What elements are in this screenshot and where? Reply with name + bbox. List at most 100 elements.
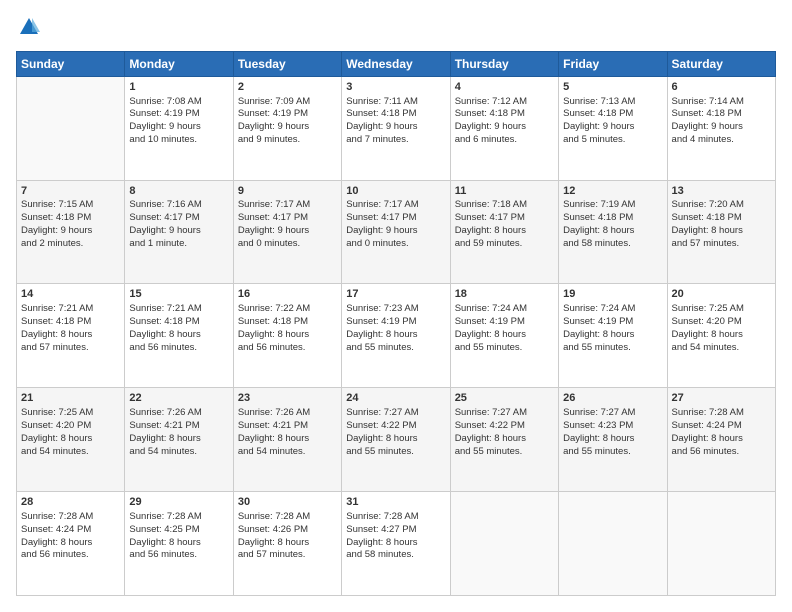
cell-info: and 56 minutes. [21, 549, 120, 562]
cell-info: Sunrise: 7:28 AM [21, 511, 120, 524]
calendar-week-row: 28Sunrise: 7:28 AMSunset: 4:24 PMDayligh… [17, 492, 776, 596]
cell-info: Daylight: 8 hours [672, 329, 771, 342]
cell-info: and 10 minutes. [129, 134, 228, 147]
cell-info: Daylight: 9 hours [346, 225, 445, 238]
calendar-cell: 21Sunrise: 7:25 AMSunset: 4:20 PMDayligh… [17, 388, 125, 492]
cell-info: Sunset: 4:19 PM [346, 316, 445, 329]
day-number: 15 [129, 287, 228, 302]
day-number: 29 [129, 495, 228, 510]
cell-info: and 2 minutes. [21, 238, 120, 251]
cell-info: and 55 minutes. [346, 446, 445, 459]
calendar-week-row: 7Sunrise: 7:15 AMSunset: 4:18 PMDaylight… [17, 180, 776, 284]
cell-info: and 54 minutes. [238, 446, 337, 459]
header [16, 16, 776, 43]
day-number: 12 [563, 184, 662, 199]
cell-info: Sunset: 4:27 PM [346, 524, 445, 537]
cell-info: and 56 minutes. [672, 446, 771, 459]
calendar-cell: 2Sunrise: 7:09 AMSunset: 4:19 PMDaylight… [233, 76, 341, 180]
calendar-cell: 27Sunrise: 7:28 AMSunset: 4:24 PMDayligh… [667, 388, 775, 492]
day-number: 13 [672, 184, 771, 199]
day-number: 9 [238, 184, 337, 199]
calendar-cell: 7Sunrise: 7:15 AMSunset: 4:18 PMDaylight… [17, 180, 125, 284]
day-number: 1 [129, 80, 228, 95]
cell-info: Daylight: 9 hours [238, 225, 337, 238]
cell-info: Daylight: 8 hours [238, 537, 337, 550]
cell-info: and 0 minutes. [238, 238, 337, 251]
calendar-cell: 11Sunrise: 7:18 AMSunset: 4:17 PMDayligh… [450, 180, 558, 284]
cell-info: Sunset: 4:18 PM [672, 108, 771, 121]
cell-info: Sunrise: 7:14 AM [672, 96, 771, 109]
cell-info: Daylight: 8 hours [129, 329, 228, 342]
day-number: 28 [21, 495, 120, 510]
cell-info: Sunset: 4:17 PM [346, 212, 445, 225]
calendar-week-row: 14Sunrise: 7:21 AMSunset: 4:18 PMDayligh… [17, 284, 776, 388]
cell-info: Sunrise: 7:24 AM [563, 303, 662, 316]
cell-info: and 59 minutes. [455, 238, 554, 251]
day-number: 20 [672, 287, 771, 302]
calendar-header-row: SundayMondayTuesdayWednesdayThursdayFrid… [17, 51, 776, 76]
day-number: 21 [21, 391, 120, 406]
calendar-cell: 24Sunrise: 7:27 AMSunset: 4:22 PMDayligh… [342, 388, 450, 492]
cell-info: and 57 minutes. [672, 238, 771, 251]
calendar-cell: 12Sunrise: 7:19 AMSunset: 4:18 PMDayligh… [559, 180, 667, 284]
cell-info: Sunrise: 7:18 AM [455, 199, 554, 212]
day-number: 7 [21, 184, 120, 199]
calendar-cell: 18Sunrise: 7:24 AMSunset: 4:19 PMDayligh… [450, 284, 558, 388]
cell-info: Sunset: 4:21 PM [238, 420, 337, 433]
cell-info: Daylight: 8 hours [238, 329, 337, 342]
cell-info: and 58 minutes. [563, 238, 662, 251]
cell-info: Daylight: 8 hours [672, 433, 771, 446]
day-number: 3 [346, 80, 445, 95]
cell-info: Sunrise: 7:17 AM [346, 199, 445, 212]
day-number: 8 [129, 184, 228, 199]
cell-info: Sunrise: 7:28 AM [346, 511, 445, 524]
calendar-cell [559, 492, 667, 596]
cell-info: Sunrise: 7:22 AM [238, 303, 337, 316]
cell-info: Sunrise: 7:09 AM [238, 96, 337, 109]
calendar-cell: 14Sunrise: 7:21 AMSunset: 4:18 PMDayligh… [17, 284, 125, 388]
cell-info: Sunrise: 7:19 AM [563, 199, 662, 212]
calendar-cell: 30Sunrise: 7:28 AMSunset: 4:26 PMDayligh… [233, 492, 341, 596]
calendar-cell: 29Sunrise: 7:28 AMSunset: 4:25 PMDayligh… [125, 492, 233, 596]
cell-info: Sunrise: 7:17 AM [238, 199, 337, 212]
cell-info: and 1 minute. [129, 238, 228, 251]
day-number: 30 [238, 495, 337, 510]
cell-info: and 58 minutes. [346, 549, 445, 562]
day-number: 11 [455, 184, 554, 199]
cell-info: Sunset: 4:24 PM [21, 524, 120, 537]
cell-info: Sunrise: 7:21 AM [129, 303, 228, 316]
cell-info: and 4 minutes. [672, 134, 771, 147]
day-number: 24 [346, 391, 445, 406]
cell-info: and 57 minutes. [21, 342, 120, 355]
cell-info: Daylight: 8 hours [129, 537, 228, 550]
calendar-header-saturday: Saturday [667, 51, 775, 76]
cell-info: Sunrise: 7:24 AM [455, 303, 554, 316]
cell-info: and 54 minutes. [129, 446, 228, 459]
cell-info: Sunset: 4:25 PM [129, 524, 228, 537]
cell-info: Daylight: 8 hours [346, 537, 445, 550]
cell-info: Daylight: 8 hours [21, 537, 120, 550]
cell-info: Sunset: 4:18 PM [21, 212, 120, 225]
cell-info: Sunrise: 7:27 AM [346, 407, 445, 420]
calendar-cell: 10Sunrise: 7:17 AMSunset: 4:17 PMDayligh… [342, 180, 450, 284]
day-number: 31 [346, 495, 445, 510]
calendar-cell: 22Sunrise: 7:26 AMSunset: 4:21 PMDayligh… [125, 388, 233, 492]
cell-info: and 55 minutes. [563, 446, 662, 459]
cell-info: Daylight: 8 hours [455, 329, 554, 342]
cell-info: Daylight: 9 hours [21, 225, 120, 238]
cell-info: Sunset: 4:18 PM [563, 212, 662, 225]
cell-info: Sunrise: 7:25 AM [672, 303, 771, 316]
cell-info: and 7 minutes. [346, 134, 445, 147]
cell-info: Daylight: 9 hours [455, 121, 554, 134]
cell-info: Sunrise: 7:13 AM [563, 96, 662, 109]
calendar-cell: 4Sunrise: 7:12 AMSunset: 4:18 PMDaylight… [450, 76, 558, 180]
cell-info: Daylight: 9 hours [672, 121, 771, 134]
cell-info: Sunset: 4:17 PM [129, 212, 228, 225]
cell-info: Sunrise: 7:27 AM [563, 407, 662, 420]
day-number: 14 [21, 287, 120, 302]
cell-info: and 54 minutes. [672, 342, 771, 355]
day-number: 26 [563, 391, 662, 406]
cell-info: and 0 minutes. [346, 238, 445, 251]
cell-info: Sunset: 4:20 PM [21, 420, 120, 433]
cell-info: and 56 minutes. [129, 549, 228, 562]
